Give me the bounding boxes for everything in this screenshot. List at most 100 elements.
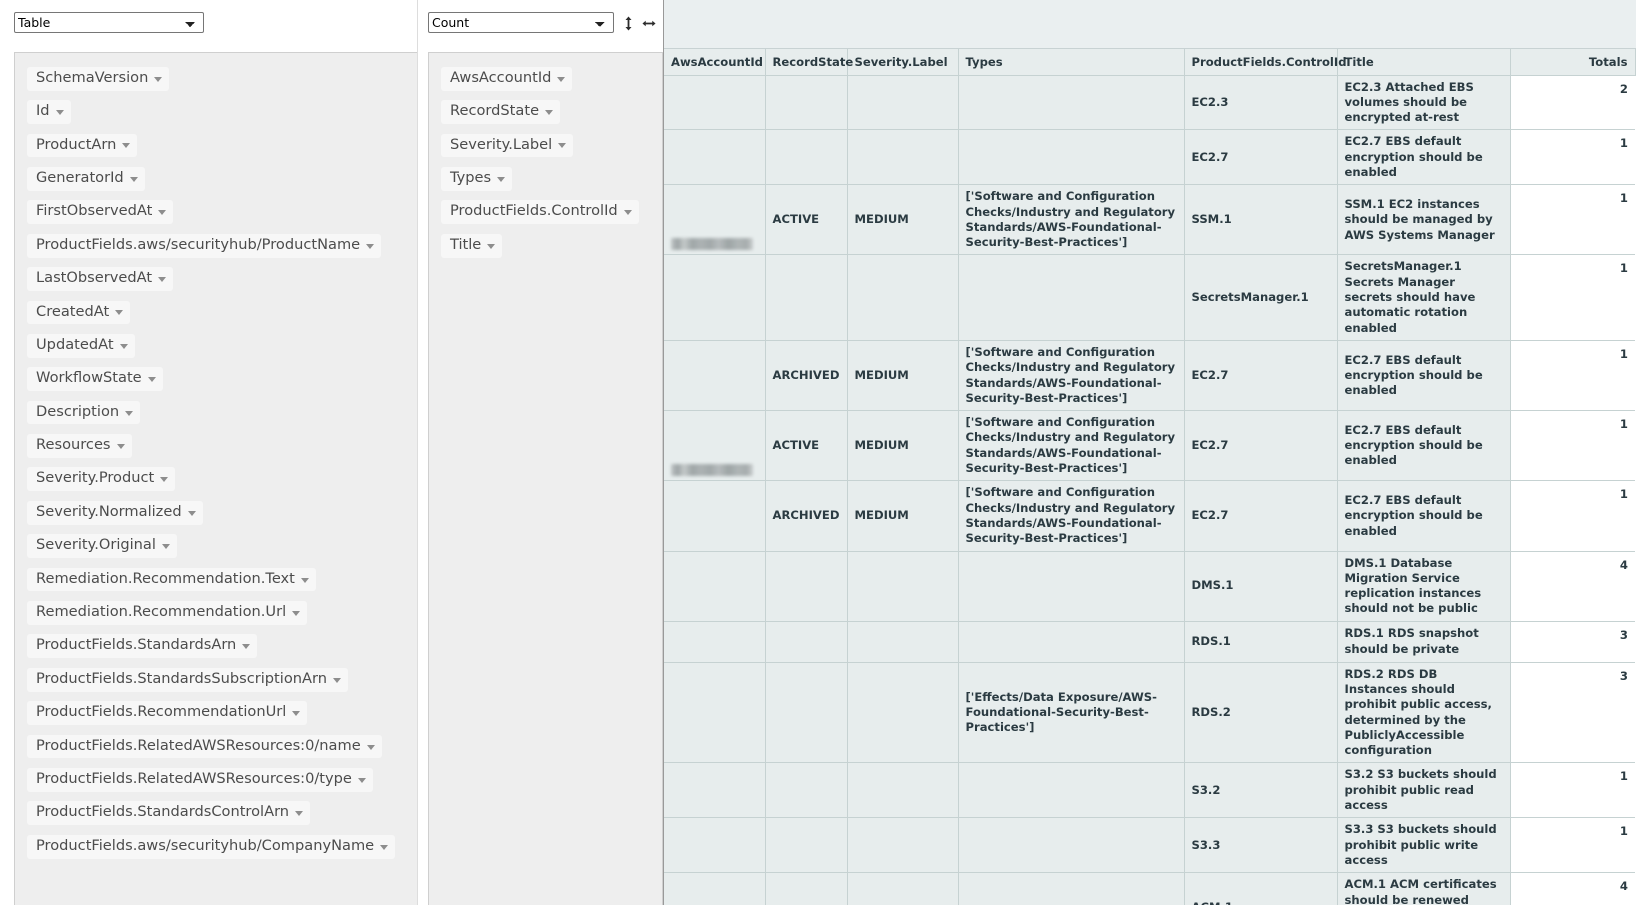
active-column-row[interactable]: Severity.Label [429, 129, 662, 162]
table-row[interactable]: EC2.7 EC2.7 EBS default encryption should… [664, 129, 1635, 186]
chevron-down-icon[interactable] [332, 677, 341, 683]
table-row[interactable]: EC2.3 EC2.3 Attached EBS volumes should b… [664, 75, 1635, 131]
chevron-down-icon[interactable] [623, 210, 632, 216]
inactive-column-row[interactable]: ProductFields.aws/securityhub/CompanyNam… [15, 830, 417, 863]
chevron-down-icon[interactable] [292, 610, 301, 616]
inactive-column-severity-product[interactable]: Severity.Product [27, 467, 176, 492]
chevron-down-icon[interactable] [487, 243, 496, 249]
active-column-row[interactable]: ProductFields.ControlId [429, 196, 662, 229]
inactive-column-row[interactable]: Description [15, 396, 417, 429]
inactive-column-severity-normalized[interactable]: Severity.Normalized [27, 500, 203, 525]
inactive-column-remediation-recommendation-url[interactable]: Remediation.Recommendation.Url [27, 601, 308, 625]
horizontal-double-arrow-icon[interactable] [642, 13, 656, 33]
chevron-down-icon[interactable] [295, 811, 304, 817]
chevron-down-icon[interactable] [55, 110, 64, 116]
column-header-awsaccountid[interactable]: AwsAccountId [664, 49, 766, 76]
table-row[interactable]: DMS.1 DMS.1 Database Migration Service re… [664, 551, 1635, 622]
inactive-column-row[interactable]: ProductFields.RelatedAWSResources:0/type [15, 763, 417, 796]
chevron-down-icon[interactable] [366, 243, 375, 249]
table-row[interactable]: ACTIVE MEDIUM ['Software and Configuration… [664, 410, 1635, 482]
inactive-column-id[interactable]: Id [27, 100, 71, 124]
table-row[interactable]: ACM.1ACM.1 ACM certificates should be re… [664, 872, 1635, 905]
inactive-column-resources[interactable]: Resources [27, 434, 132, 458]
inactive-column-lastobservedat[interactable]: LastObservedAt [27, 267, 174, 291]
column-header-title[interactable]: Title [1337, 49, 1511, 76]
active-column-severity-label[interactable]: Severity.Label [441, 133, 574, 158]
chevron-down-icon[interactable] [187, 510, 196, 516]
inactive-column-row[interactable]: Severity.Product [15, 463, 417, 496]
chevron-down-icon[interactable] [116, 443, 125, 449]
chevron-down-icon[interactable] [115, 310, 124, 316]
table-row[interactable]: ['Effects/Data Exposure/AWS-Foundational… [664, 662, 1635, 764]
inactive-column-productfields-recommendationurl[interactable]: ProductFields.RecommendationUrl [27, 701, 308, 725]
chevron-down-icon[interactable] [545, 110, 554, 116]
active-column-row[interactable]: Types [429, 162, 662, 195]
table-row[interactable]: ACTIVE MEDIUM ['Software and Configuration… [664, 184, 1635, 256]
inactive-column-row[interactable]: ProductArn [15, 129, 417, 162]
active-columns-list[interactable]: AwsAccountId RecordState Severity.Label Typ… [428, 52, 663, 905]
inactive-column-row[interactable]: Remediation.Recommendation.Text [15, 563, 417, 596]
inactive-column-productfields-relatedawsresources-0-name[interactable]: ProductFields.RelatedAWSResources:0/name [27, 734, 382, 759]
active-column-recordstate[interactable]: RecordState [441, 100, 561, 124]
inactive-column-row[interactable]: Id [15, 95, 417, 128]
inactive-column-row[interactable]: ProductFields.RelatedAWSResources:0/name [15, 730, 417, 763]
grid-scroll-region[interactable]: AwsAccountId RecordState Severity.Label Typ… [664, 49, 1636, 905]
inactive-column-severity-original[interactable]: Severity.Original [27, 534, 177, 559]
inactive-column-productfields-relatedawsresources-0-type[interactable]: ProductFields.RelatedAWSResources:0/type [27, 768, 373, 792]
active-column-title[interactable]: Title [441, 233, 503, 258]
column-header-recordstate[interactable]: RecordState [765, 49, 853, 76]
active-column-awsaccountid[interactable]: AwsAccountId [441, 66, 573, 91]
inactive-column-remediation-recommendation-text[interactable]: Remediation.Recommendation.Text [27, 567, 316, 592]
inactive-column-row[interactable]: ProductFields.RecommendationUrl [15, 696, 417, 729]
inactive-column-row[interactable]: UpdatedAt [15, 329, 417, 362]
chevron-down-icon[interactable] [497, 176, 506, 182]
chevron-down-icon[interactable] [557, 76, 566, 82]
chevron-down-icon[interactable] [129, 176, 138, 182]
inactive-column-row[interactable]: CreatedAt [15, 296, 417, 329]
aggregate-select[interactable]: Count [428, 12, 614, 33]
table-row[interactable]: S3.3 S3.3 S3 buckets should prohibit publ… [664, 817, 1635, 874]
inactive-column-description[interactable]: Description [27, 400, 141, 425]
column-header-totals[interactable]: Totals [1510, 49, 1636, 76]
chevron-down-icon[interactable] [357, 777, 366, 783]
inactive-column-productfields-standardssubscriptionarn[interactable]: ProductFields.StandardsSubscriptionArn [27, 667, 348, 692]
view-type-select[interactable]: Table [14, 12, 204, 33]
inactive-columns-list[interactable]: SchemaVersion Id ProductArn GeneratorId Firs… [14, 52, 417, 905]
inactive-column-generatorid[interactable]: GeneratorId [27, 166, 145, 191]
active-column-productfields-controlid[interactable]: ProductFields.ControlId [441, 200, 639, 225]
chevron-down-icon[interactable] [558, 143, 567, 149]
table-row[interactable]: ARCHIVED MEDIUM ['Software and Configurati… [664, 480, 1635, 552]
inactive-column-row[interactable]: Severity.Normalized [15, 496, 417, 529]
column-header-severity-label[interactable]: Severity.Label [847, 49, 959, 76]
inactive-column-row[interactable]: ProductFields.StandardsArn [15, 630, 417, 663]
inactive-column-schemaversion[interactable]: SchemaVersion [27, 66, 170, 91]
column-header-productfields-controlid[interactable]: ProductFields.ControlId [1184, 49, 1347, 76]
chevron-down-icon[interactable] [292, 711, 301, 717]
chevron-down-icon[interactable] [122, 143, 131, 149]
chevron-down-icon[interactable] [161, 544, 170, 550]
table-row[interactable]: S3.2 S3.2 S3 buckets should prohibit publ… [664, 762, 1635, 819]
column-header-types[interactable]: Types [958, 49, 1185, 76]
inactive-column-row[interactable]: FirstObservedAt [15, 196, 417, 229]
vertical-double-arrow-icon[interactable] [621, 13, 635, 33]
chevron-down-icon[interactable] [366, 744, 375, 750]
inactive-column-row[interactable]: Remediation.Recommendation.Url [15, 596, 417, 629]
chevron-down-icon[interactable] [300, 577, 309, 583]
chevron-down-icon[interactable] [158, 277, 167, 283]
inactive-column-productfields-aws-securityhub-companyname[interactable]: ProductFields.aws/securityhub/CompanyNam… [27, 834, 396, 859]
chevron-down-icon[interactable] [119, 343, 128, 349]
inactive-column-productfields-standardsarn[interactable]: ProductFields.StandardsArn [27, 634, 258, 659]
table-row[interactable]: SecretsManager.1 SecretsManager.1 Secrets… [664, 254, 1635, 341]
active-column-row[interactable]: RecordState [429, 95, 662, 128]
inactive-column-row[interactable]: SchemaVersion [15, 62, 417, 95]
chevron-down-icon[interactable] [158, 210, 167, 216]
chevron-down-icon[interactable] [160, 477, 169, 483]
active-column-row[interactable]: AwsAccountId [429, 62, 662, 95]
chevron-down-icon[interactable] [125, 410, 134, 416]
inactive-column-row[interactable]: LastObservedAt [15, 262, 417, 295]
active-column-row[interactable]: Title [429, 229, 662, 262]
inactive-column-row[interactable]: ProductFields.aws/securityhub/ProductNam… [15, 229, 417, 262]
inactive-column-productarn[interactable]: ProductArn [27, 133, 138, 158]
table-row[interactable]: ARCHIVED MEDIUM ['Software and Configurati… [664, 340, 1635, 412]
active-column-types[interactable]: Types [441, 166, 513, 191]
